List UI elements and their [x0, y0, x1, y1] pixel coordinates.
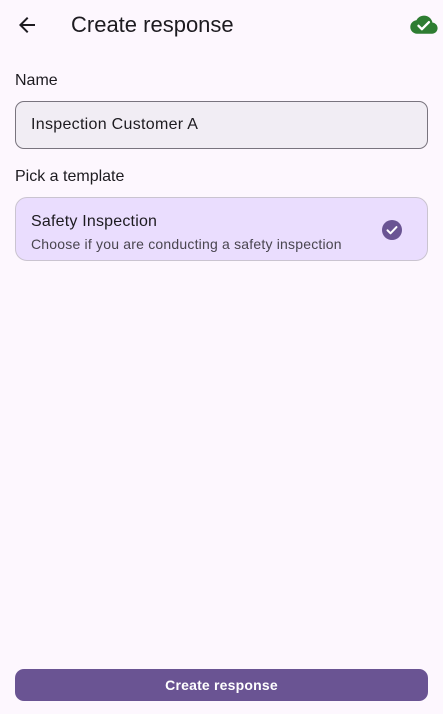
name-input[interactable] [15, 101, 428, 149]
page-title: Create response [71, 12, 234, 37]
app-bar: Create response [0, 0, 443, 52]
arrow-back-icon [19, 17, 35, 33]
template-label: Pick a template [15, 168, 125, 185]
back-button[interactable] [10, 8, 44, 42]
template-description: Choose if you are conducting a safety in… [31, 236, 342, 252]
name-label: Name [15, 72, 58, 89]
create-response-screen: Create response Name Pick a template Saf… [0, 0, 443, 714]
template-title: Safety Inspection [31, 213, 158, 230]
cloud-done-icon [410, 15, 438, 34]
check-circle-icon [382, 220, 402, 240]
create-response-button[interactable]: Create response [15, 669, 428, 701]
template-card-safety-inspection[interactable]: Safety Inspection Choose if you are cond… [15, 197, 428, 261]
